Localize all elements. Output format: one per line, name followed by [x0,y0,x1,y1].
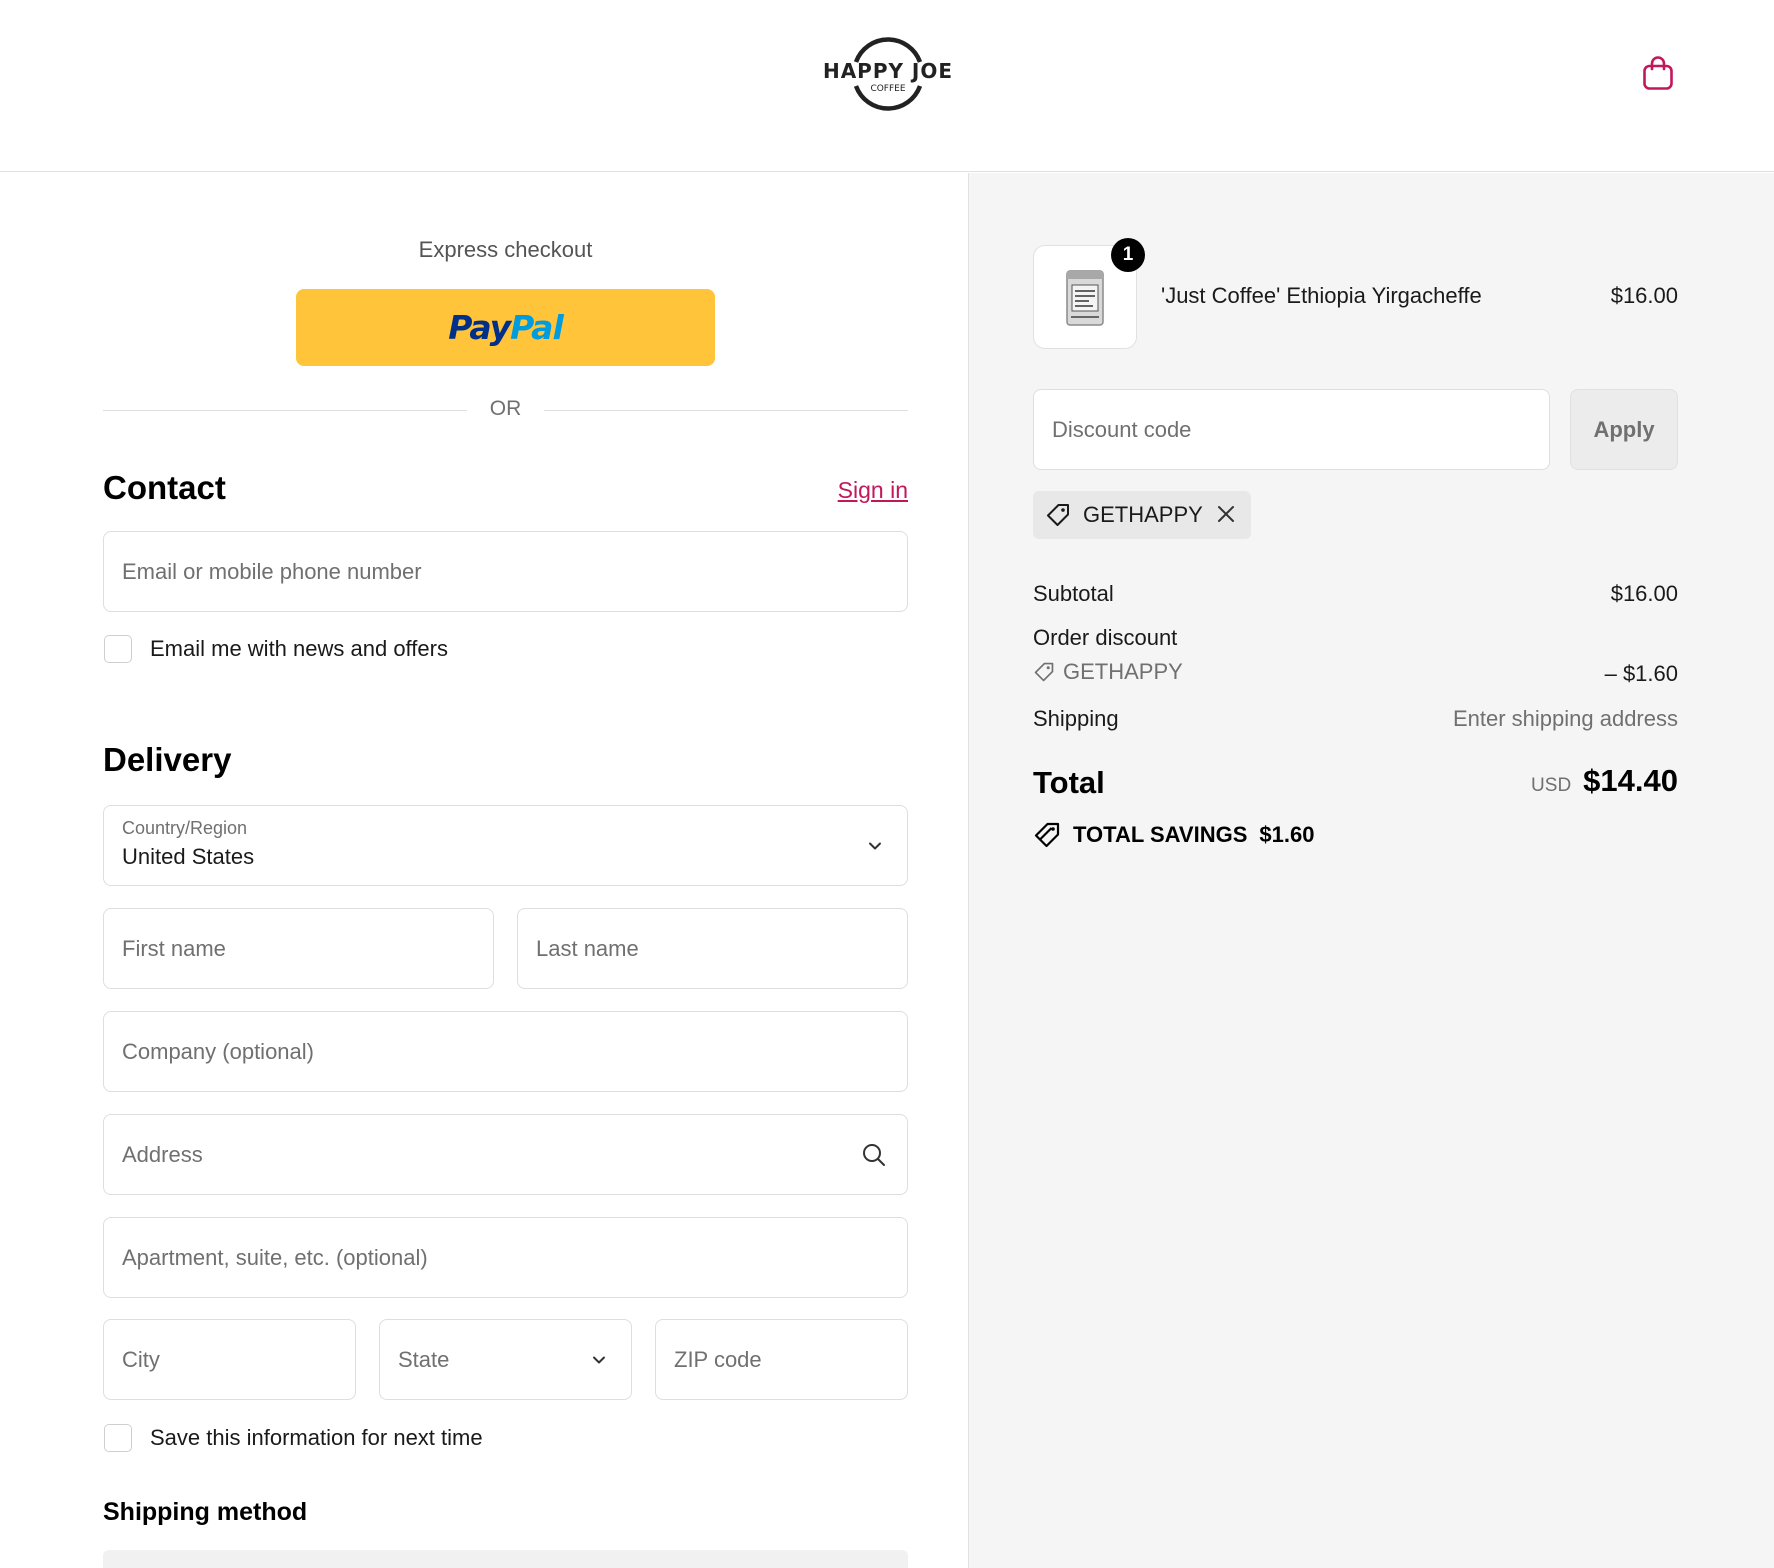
apartment-field[interactable]: Apartment, suite, etc. (optional) [103,1217,908,1298]
divider-line-right [544,410,908,411]
email-placeholder: Email or mobile phone number [122,558,422,584]
total-currency: USD [1531,775,1572,796]
chevron-down-icon [869,842,881,849]
total-amount: $14.40 [1583,763,1678,798]
last-name-placeholder: Last name [536,935,639,961]
shopping-bag-icon [1643,56,1673,90]
subtotal-value: $16.00 [1610,581,1678,606]
total-label: Total [1033,765,1105,800]
news-checkbox[interactable] [104,635,132,663]
city-field[interactable]: City [103,1319,356,1400]
address-placeholder: Address [122,1141,203,1167]
close-icon[interactable] [1215,503,1237,525]
discount-code-input[interactable]: Discount code [1033,389,1550,470]
order-summary: 1 'Just Coffee' Ethiopia Yirgacheffe $16… [968,173,1774,1568]
apply-button[interactable]: Apply [1570,389,1678,470]
or-label: OR [489,397,522,420]
last-name-field[interactable]: Last name [517,908,908,989]
zip-field[interactable]: ZIP code [655,1319,908,1400]
apartment-placeholder: Apartment, suite, etc. (optional) [122,1244,428,1270]
discount-code-placeholder: Discount code [1052,416,1192,442]
total-value: USD $14.40 [1531,763,1678,799]
company-placeholder: Company (optional) [122,1038,314,1064]
save-info-checkbox[interactable] [104,1424,132,1452]
shipping-label: Shipping [1033,706,1119,731]
order-discount-code-row: GETHAPPY [1033,659,1183,685]
coffee-bag-image [1066,270,1104,326]
first-name-placeholder: First name [122,935,226,961]
sign-in-link[interactable]: Sign in [838,477,908,504]
contact-title: Contact [103,469,226,506]
tag-icon [1034,662,1054,682]
city-placeholder: City [122,1346,160,1372]
cart-button[interactable] [1640,52,1676,94]
state-select[interactable]: State [379,1319,632,1400]
order-discount-value: – $1.60 [1604,661,1678,686]
save-info-label: Save this information for next time [150,1425,483,1450]
news-checkbox-row[interactable]: Email me with news and offers [104,635,448,663]
order-discount-code: GETHAPPY [1063,659,1183,684]
tag-icon [1047,504,1069,526]
search-icon[interactable] [861,1142,887,1168]
happy-joe-logo[interactable]: HAPPY JOE COFFEE [822,34,954,114]
subtotal-label: Subtotal [1033,581,1114,606]
news-checkbox-label: Email me with news and offers [150,636,448,661]
email-field[interactable]: Email or mobile phone number [103,531,908,612]
or-divider: OR [103,395,908,425]
checkout-form: Express checkout PayPal OR Contact Sign … [0,173,968,1568]
country-label: Country/Region [122,818,248,838]
shipping-value: Enter shipping address [1452,706,1678,731]
applied-discount-chip: GETHAPPY [1033,491,1251,539]
state-placeholder: State [398,1346,450,1372]
delivery-title: Delivery [103,741,232,778]
company-field[interactable]: Company (optional) [103,1011,908,1092]
paypal-button[interactable]: PayPal [296,289,715,366]
paypal-logo: PayPal [448,308,563,347]
applied-discount-code: GETHAPPY [1083,502,1203,527]
product-name: 'Just Coffee' Ethiopia Yirgacheffe [1161,283,1482,308]
country-select[interactable]: Country/Region United States [103,805,908,886]
order-discount-label: Order discount [1033,625,1178,650]
tag-icon [1034,822,1060,848]
logo-wordmark: HAPPY JOE [822,59,954,83]
address-field[interactable]: Address [103,1114,908,1195]
total-savings-label: TOTAL SAVINGS [1073,822,1248,847]
total-savings: TOTAL SAVINGS $1.60 [1033,821,1314,849]
zip-placeholder: ZIP code [674,1346,762,1372]
logo-subtext: COFFEE [870,84,906,94]
product-price: $16.00 [1610,283,1678,308]
shipping-method-box [103,1550,908,1568]
quantity-badge: 1 [1111,238,1145,272]
paypal-logo-pal: Pal [510,308,564,347]
paypal-logo-pay: Pay [448,308,511,347]
country-value: United States [122,844,255,869]
chevron-down-icon [593,1356,605,1363]
first-name-field[interactable]: First name [103,908,494,989]
express-checkout-title: Express checkout [418,237,593,262]
shipping-method-title: Shipping method [103,1498,308,1526]
save-info-checkbox-row[interactable]: Save this information for next time [104,1424,483,1452]
total-savings-value: $1.60 [1259,822,1315,847]
checkout-header: HAPPY JOE COFFEE [0,0,1774,172]
